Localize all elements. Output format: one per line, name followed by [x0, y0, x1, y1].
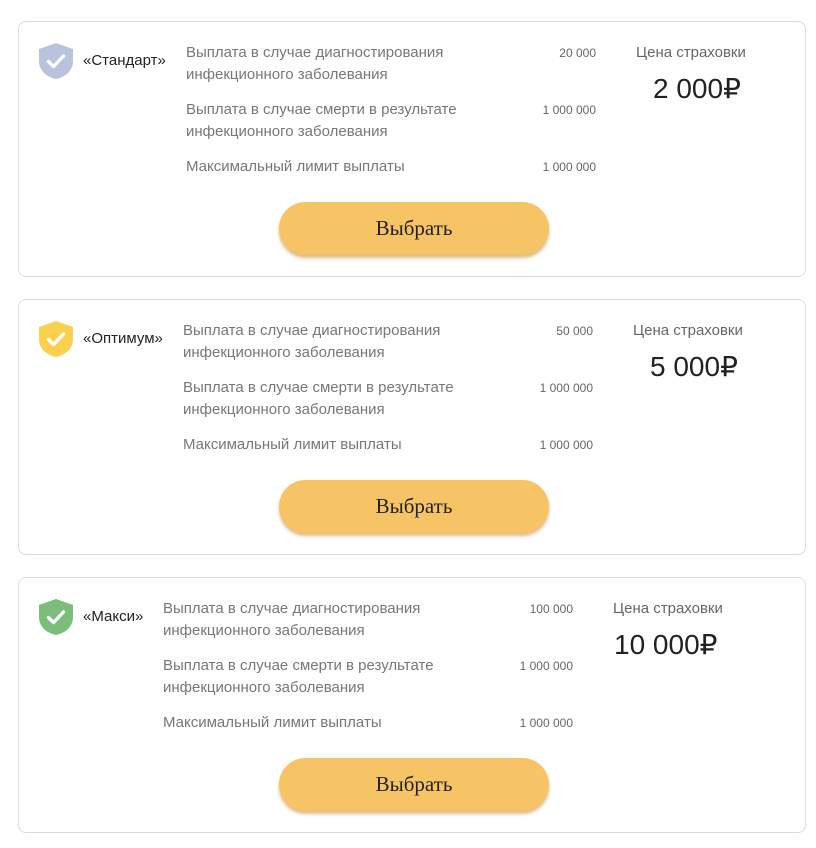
- feature-value: 20 000: [559, 46, 596, 60]
- feature-value: 100 000: [529, 602, 573, 616]
- price-label: Цена страховки: [633, 322, 743, 339]
- feature-label: Максимальный лимит выплаты: [163, 714, 382, 731]
- plan-card-optimum: «Оптимум» Выплата в случае диагностирова…: [18, 299, 806, 555]
- feature-label: Выплата в случае смерти в результате инф…: [163, 657, 434, 696]
- feature-value: 1 000 000: [519, 716, 573, 730]
- shield-check-icon: [38, 598, 74, 636]
- feature-label: Выплата в случае диагностирования инфекц…: [183, 322, 441, 361]
- feature-value: 1 000 000: [542, 103, 596, 117]
- insurance-plans: «Стандарт» Выплата в случае диагностиров…: [0, 0, 816, 848]
- select-plan-button[interactable]: Выбрать: [279, 758, 549, 811]
- plan-name: «Оптимум»: [83, 330, 163, 347]
- feature-label: Выплата в случае диагностирования инфекц…: [163, 600, 421, 639]
- price-value: 5 000₽: [650, 351, 738, 382]
- feature-value: 1 000 000: [542, 160, 596, 174]
- feature-label: Выплата в случае смерти в результате инф…: [186, 101, 457, 140]
- plan-card-standard: «Стандарт» Выплата в случае диагностиров…: [18, 21, 806, 277]
- select-plan-button[interactable]: Выбрать: [279, 202, 549, 255]
- feature-label: Максимальный лимит выплаты: [186, 158, 405, 175]
- feature-value: 1 000 000: [519, 659, 573, 673]
- feature-value: 50 000: [556, 324, 593, 338]
- feature-value: 1 000 000: [539, 381, 593, 395]
- price-label: Цена страховки: [636, 44, 746, 61]
- shield-check-icon: [38, 320, 74, 358]
- plan-card-maxi: «Макси» Выплата в случае диагностировани…: [18, 577, 806, 833]
- plan-name: «Макси»: [83, 608, 144, 625]
- feature-label: Выплата в случае диагностирования инфекц…: [186, 44, 444, 83]
- shield-check-icon: [38, 42, 74, 80]
- price-value: 10 000₽: [614, 629, 718, 660]
- feature-label: Максимальный лимит выплаты: [183, 436, 402, 453]
- plan-name: «Стандарт»: [83, 52, 166, 69]
- feature-value: 1 000 000: [539, 438, 593, 452]
- price-value: 2 000₽: [653, 73, 741, 104]
- price-label: Цена страховки: [613, 600, 723, 617]
- feature-label: Выплата в случае смерти в результате инф…: [183, 379, 454, 418]
- select-plan-button[interactable]: Выбрать: [279, 480, 549, 533]
